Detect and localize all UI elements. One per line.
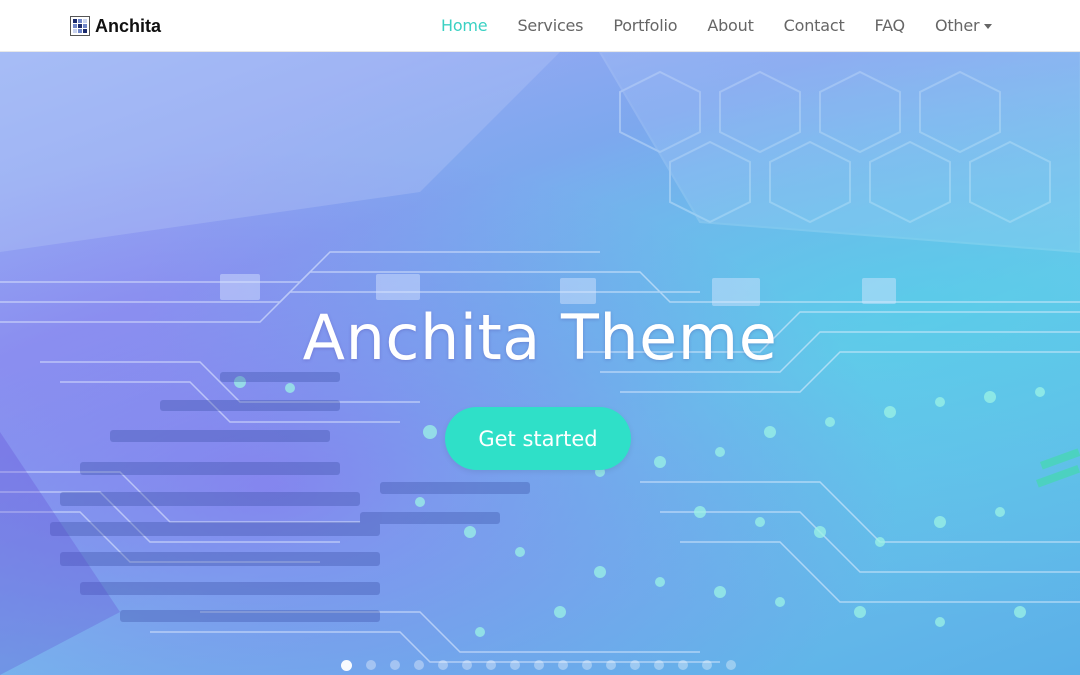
caret-down-icon [984,24,993,29]
nav-item-faq: FAQ [875,16,906,35]
nav-link-about[interactable]: About [707,16,754,35]
carousel-indicator-dot[interactable] [630,660,640,670]
nav-item-home: Home [441,16,488,35]
nav-item-contact: Contact [784,16,845,35]
nav-link-home[interactable]: Home [441,16,488,35]
carousel-indicator-dot[interactable] [414,660,424,670]
nav-item-other: Other [934,16,993,35]
carousel-indicator-dot[interactable] [510,660,520,670]
carousel-indicators [341,659,750,671]
carousel-indicator-dot[interactable] [678,660,688,670]
hero-carousel: Anchita Theme Get started [0,52,1080,675]
nav-item-about: About [707,16,754,35]
carousel-indicator-dot[interactable] [486,660,496,670]
carousel-indicator-dot[interactable] [341,659,352,671]
carousel-indicator-dot[interactable] [390,660,400,670]
nav-link-portfolio[interactable]: Portfolio [613,16,677,35]
navbar: Anchita Home Services Portfolio About Co… [0,0,1080,52]
carousel-indicator-dot[interactable] [606,660,616,670]
carousel-indicator-dot[interactable] [366,660,376,670]
brand-name: Anchita [95,15,162,36]
carousel-indicator-dot[interactable] [582,660,592,670]
hero-title: Anchita Theme [302,301,778,374]
carousel-indicator-dot[interactable] [438,660,448,670]
nav-link-faq[interactable]: FAQ [875,16,906,35]
nav-dropdown-other[interactable]: Other [934,16,993,35]
get-started-button[interactable]: Get started [445,407,631,470]
pixel-grid-logo-icon [70,16,90,36]
nav-dropdown-other-label: Other [934,16,980,35]
carousel-indicator-dot[interactable] [462,660,472,670]
nav-item-portfolio: Portfolio [613,16,677,35]
carousel-indicator-dot[interactable] [534,660,544,670]
nav-link-services[interactable]: Services [517,16,583,35]
carousel-indicator-dot[interactable] [726,660,736,670]
main-nav: Home Services Portfolio About Contact FA… [426,0,1007,51]
nav-link-contact[interactable]: Contact [784,16,845,35]
carousel-indicator-dot[interactable] [702,660,712,670]
brand-link[interactable]: Anchita [70,14,161,38]
carousel-indicator-dot[interactable] [654,660,664,670]
carousel-indicator-dot[interactable] [558,660,568,670]
nav-item-services: Services [517,16,583,35]
